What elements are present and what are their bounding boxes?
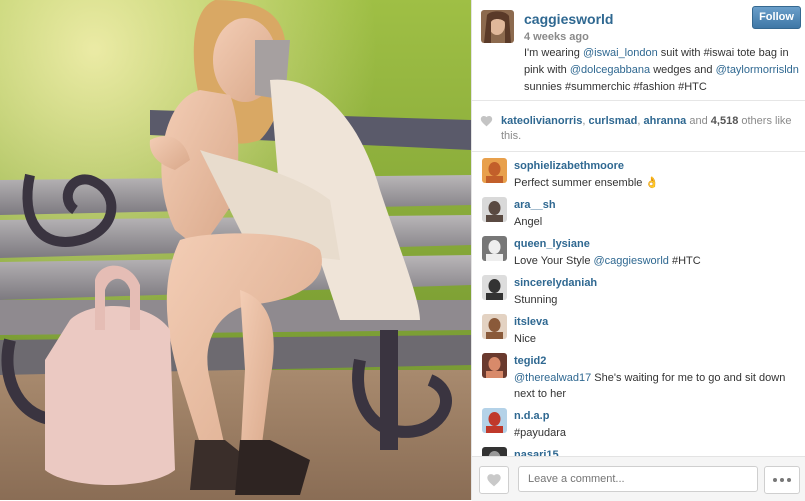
post-caption: I'm wearing @iswai_london suit with #isw… <box>524 45 802 96</box>
commenter-avatar[interactable] <box>482 236 507 261</box>
caption-text: sunnies #summerchic #fashion #HTC <box>524 81 707 93</box>
post-timestamp: 4 weeks ago <box>524 31 589 43</box>
commenter-avatar[interactable] <box>482 197 507 222</box>
likes-text: kateolivianorris, curlsmad, ahranna and … <box>501 115 792 142</box>
owner-avatar[interactable] <box>481 10 514 43</box>
comment-mention[interactable]: @therealwad17 <box>514 372 591 384</box>
liker-username[interactable]: ahranna <box>644 115 687 127</box>
more-options-button[interactable] <box>764 466 800 494</box>
caption-mention[interactable]: @iswai_london <box>583 47 658 59</box>
comments-list[interactable]: sophielizabethmoore Perfect summer ensemb… <box>472 152 805 456</box>
comment-text: Angel <box>514 214 799 230</box>
commenter-username[interactable]: sincerelydaniah <box>514 277 597 289</box>
comment-text-part: Angel <box>514 216 543 228</box>
caption-text: I'm wearing <box>524 47 583 59</box>
commenter-avatar[interactable] <box>482 408 507 433</box>
caption-text: wedges and <box>650 64 716 76</box>
likes-count[interactable]: 4,518 <box>711 115 739 127</box>
post-header: caggiesworld 4 weeks ago Follow I'm wear… <box>472 0 805 101</box>
likes-summary: kateolivianorris, curlsmad, ahranna and … <box>472 101 805 152</box>
comment-text-part: Perfect summer ensemble 👌 <box>514 177 660 189</box>
liker-username[interactable]: kateolivianorris <box>501 115 582 127</box>
heart-icon <box>487 474 501 487</box>
comment-text: Nice <box>514 331 799 347</box>
follow-button[interactable]: Follow <box>752 6 801 29</box>
heart-icon <box>480 115 493 127</box>
commenter-avatar[interactable] <box>482 158 507 183</box>
likes-and: and <box>689 115 708 127</box>
commenter-avatar[interactable] <box>482 447 507 456</box>
owner-username[interactable]: caggiesworld <box>524 11 613 27</box>
post-photo[interactable] <box>0 0 471 500</box>
post-detail-panel: caggiesworld 4 weeks ago Follow I'm wear… <box>471 0 805 501</box>
commenter-username[interactable]: n.d.a.p <box>514 410 549 422</box>
comment-text-part: #payudara <box>514 427 566 439</box>
caption-mention[interactable]: @taylormorrisldn <box>716 64 799 76</box>
comment-mention[interactable]: @caggiesworld <box>594 255 669 267</box>
comment-text: Stunning <box>514 292 799 308</box>
like-button[interactable] <box>479 466 509 494</box>
commenter-username[interactable]: nasari15 <box>514 449 559 456</box>
comment-text: @therealwad17 She's waiting for me to go… <box>514 370 799 402</box>
comment-text: Perfect summer ensemble 👌 <box>514 175 799 191</box>
photo-image <box>0 0 471 500</box>
comment-text: #payudara <box>514 425 799 441</box>
caption-mention[interactable]: @dolcegabbana <box>570 64 650 76</box>
commenter-username[interactable]: itsleva <box>514 316 548 328</box>
commenter-username[interactable]: queen_lysiane <box>514 238 590 250</box>
comment-text-part: Nice <box>514 333 537 345</box>
commenter-username[interactable]: tegid2 <box>514 355 546 367</box>
comment-text-part: Love Your Style <box>514 255 594 267</box>
commenter-avatar[interactable] <box>482 353 507 378</box>
liker-username[interactable]: curlsmad <box>588 115 637 127</box>
commenter-username[interactable]: sophielizabethmoore <box>514 160 624 172</box>
comment-text: Love Your Style @caggiesworld #HTC <box>514 253 799 269</box>
commenter-username[interactable]: ara__sh <box>514 199 556 211</box>
comment-footer <box>472 456 805 501</box>
comment-text-part: #HTC <box>668 255 701 267</box>
comment-text-part: Stunning <box>514 294 558 306</box>
commenter-avatar[interactable] <box>482 275 507 300</box>
comment-input[interactable] <box>518 466 758 492</box>
commenter-avatar[interactable] <box>482 314 507 339</box>
